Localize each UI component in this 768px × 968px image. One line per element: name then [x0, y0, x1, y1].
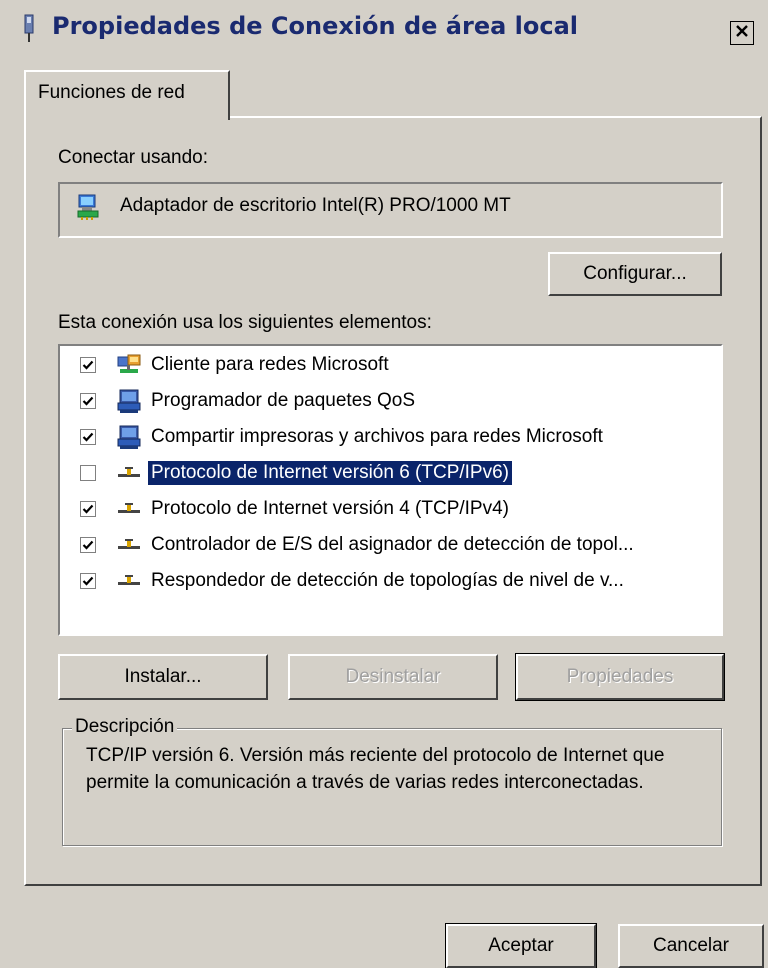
item-label: Protocolo de Internet versión 6 (TCP/IPv…	[148, 461, 512, 485]
item-label: Controlador de E/S del asignador de dete…	[151, 534, 634, 555]
network-service-icon	[116, 389, 142, 413]
list-item-lltd-mapper[interactable]: Controlador de E/S del asignador de dete…	[60, 528, 720, 562]
item-checkbox[interactable]	[80, 357, 96, 373]
item-label: Protocolo de Internet versión 4 (TCP/IPv…	[151, 498, 509, 519]
components-list[interactable]: Cliente para redes Microsoft Programador…	[58, 344, 723, 636]
list-item-qos[interactable]: Programador de paquetes QoS	[60, 384, 720, 418]
item-label: Programador de paquetes QoS	[151, 390, 416, 411]
protocol-icon	[116, 533, 142, 557]
uninstall-button[interactable]: Desinstalar	[288, 654, 498, 700]
install-button[interactable]: Instalar...	[58, 654, 268, 700]
protocol-icon	[116, 569, 142, 593]
item-label: Respondedor de detección de topologías d…	[151, 570, 624, 591]
item-checkbox[interactable]	[80, 573, 96, 589]
list-item-ipv6[interactable]: Protocolo de Internet versión 6 (TCP/IPv…	[60, 456, 720, 490]
properties-button[interactable]: Propiedades	[515, 653, 725, 701]
item-checkbox[interactable]	[80, 501, 96, 517]
adapter-name: Adaptador de escritorio Intel(R) PRO/100…	[120, 195, 511, 216]
components-label: Esta conexión usa los siguientes element…	[58, 312, 432, 333]
item-checkbox[interactable]	[80, 537, 96, 553]
network-client-icon	[116, 353, 142, 377]
network-connection-icon	[22, 14, 36, 44]
window-title: Propiedades de Conexión de área local	[52, 12, 579, 40]
ok-button[interactable]: Aceptar	[445, 923, 597, 968]
item-label: Compartir impresoras y archivos para red…	[151, 426, 603, 447]
configure-button[interactable]: Configurar...	[548, 252, 722, 296]
item-checkbox[interactable]	[80, 429, 96, 445]
list-item-file-printer-sharing[interactable]: Compartir impresoras y archivos para red…	[60, 420, 720, 454]
item-checkbox[interactable]	[80, 393, 96, 409]
close-icon	[735, 22, 749, 44]
item-checkbox[interactable]	[80, 465, 96, 481]
network-service-icon	[116, 425, 142, 449]
list-item-lltd-responder[interactable]: Respondedor de detección de topologías d…	[60, 564, 720, 598]
description-text: TCP/IP versión 6. Versión más reciente d…	[86, 745, 665, 793]
protocol-icon	[116, 461, 142, 485]
protocol-icon	[116, 497, 142, 521]
description-label: Descripción	[72, 716, 178, 738]
network-adapter-icon	[76, 193, 100, 221]
close-button[interactable]	[730, 21, 754, 45]
item-label: Cliente para redes Microsoft	[151, 354, 389, 375]
list-item-client-microsoft[interactable]: Cliente para redes Microsoft	[60, 348, 720, 382]
tab-label: Funciones de red	[38, 82, 185, 103]
cancel-button[interactable]: Cancelar	[618, 924, 764, 968]
list-item-ipv4[interactable]: Protocolo de Internet versión 4 (TCP/IPv…	[60, 492, 720, 526]
connect-using-label: Conectar usando:	[58, 147, 208, 168]
